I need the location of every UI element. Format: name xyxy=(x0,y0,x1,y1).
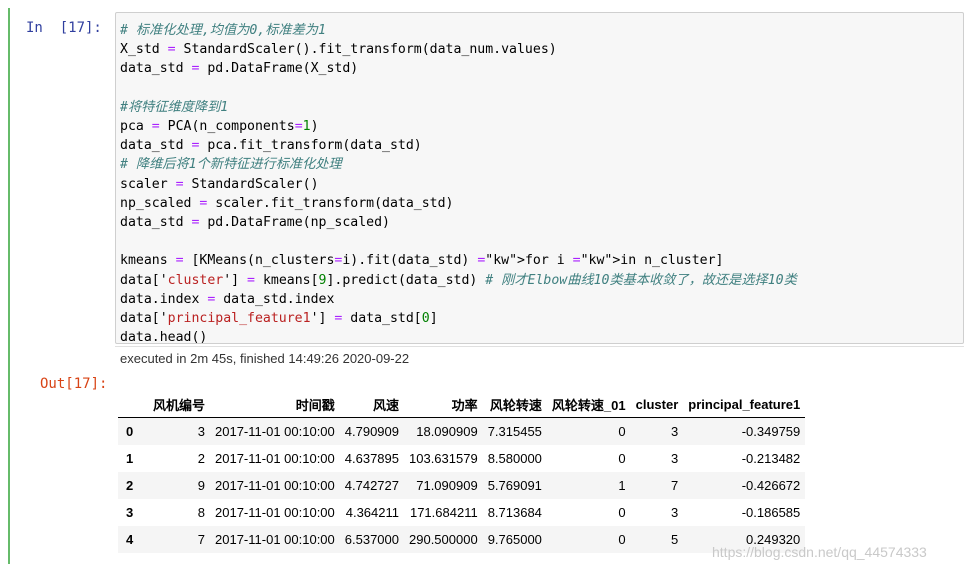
table-row: 3 8 2017-11-01 00:10:00 4.364211 171.684… xyxy=(118,499,805,526)
table-cell: 2017-11-01 00:10:00 xyxy=(215,451,335,466)
column-header: 风速 xyxy=(339,391,404,418)
table-cell: 3 xyxy=(671,424,679,439)
table-header-row: 风机编号 时间戳 风速 功率 风轮转速 风轮转速_01 cluster prin… xyxy=(118,391,806,418)
code-line-14: data['cluster'] = kmeans[9].predict(data… xyxy=(120,272,797,288)
row-index: 4 xyxy=(126,532,134,547)
row-index: 2 xyxy=(126,478,134,493)
column-header: 风轮转速_01 xyxy=(546,391,631,418)
code-line-10: np_scaled = scaler.fit_transform(data_st… xyxy=(120,195,454,211)
table-cell: 5 xyxy=(671,532,679,547)
table-cell: 2017-11-01 00:10:00 xyxy=(215,424,335,439)
execution-time-info: executed in 2m 45s, finished 14:49:26 20… xyxy=(115,346,964,368)
table-cell: 1 xyxy=(618,478,626,493)
code-editor[interactable]: # 标准化处理,均值为0,标准差为1 X_std = StandardScale… xyxy=(115,12,964,347)
table-cell: -0.349759 xyxy=(741,424,801,439)
column-header: 时间戳 xyxy=(210,391,340,418)
code-line-3: data_std = pd.DataFrame(X_std) xyxy=(120,61,359,77)
output-prompt: Out[17]: xyxy=(40,376,108,392)
table-cell: 8.713684 xyxy=(487,505,542,520)
code-line-17: data.head() xyxy=(120,330,208,346)
column-header: 功率 xyxy=(404,391,483,418)
table-cell: 7 xyxy=(197,532,206,547)
table-cell: 0 xyxy=(618,424,626,439)
column-header: principal_feature1 xyxy=(683,391,806,418)
column-header: cluster xyxy=(630,391,684,418)
table-cell: -0.186585 xyxy=(741,505,801,520)
table-cell: 7 xyxy=(671,478,679,493)
table-cell: -0.426672 xyxy=(741,478,801,493)
code-line-11: data_std = pd.DataFrame(np_scaled) xyxy=(120,215,390,231)
table-row: 1 2 2017-11-01 00:10:00 4.637895 103.631… xyxy=(118,445,805,472)
table-cell: 103.631579 xyxy=(409,451,478,466)
table-cell: 9.765000 xyxy=(487,532,542,547)
table-cell: 7.315455 xyxy=(487,424,542,439)
table-cell: 0 xyxy=(618,451,626,466)
table-cell: 8.580000 xyxy=(487,451,542,466)
table-cell: 5.769091 xyxy=(487,478,542,493)
table-cell: 0 xyxy=(618,532,626,547)
code-line-2: X_std = StandardScaler().fit_transform(d… xyxy=(120,42,557,58)
code-line-7: data_std = pca.fit_transform(data_std) xyxy=(120,138,422,154)
code-line-9: scaler = StandardScaler() xyxy=(120,176,319,192)
table-cell: 4.637895 xyxy=(344,451,399,466)
table-cell: 9 xyxy=(197,478,206,493)
code-line-1: # 标准化处理,均值为0,标准差为1 xyxy=(120,23,326,38)
dataframe-output: 风机编号 时间戳 风速 功率 风轮转速 风轮转速_01 cluster prin… xyxy=(118,391,806,553)
table-cell: 2017-11-01 00:10:00 xyxy=(215,478,335,493)
table-cell: 290.500000 xyxy=(409,532,478,547)
code-line-13: kmeans = [KMeans(n_clusters=i).fit(data_… xyxy=(120,253,724,269)
table-row: 4 7 2017-11-01 00:10:00 6.537000 290.500… xyxy=(118,526,806,553)
table-cell: 3 xyxy=(671,505,679,520)
watermark-text: https://blog.csdn.net/qq_44574333 xyxy=(712,544,927,560)
table-cell: 2017-11-01 00:10:00 xyxy=(215,532,335,547)
table-cell: 6.537000 xyxy=(344,532,399,547)
table-cell: 3 xyxy=(671,451,679,466)
code-line-16: data['principal_feature1'] = data_std[0] xyxy=(120,311,438,327)
column-header: 风机编号 xyxy=(148,391,211,418)
table-cell: 3 xyxy=(197,424,206,439)
code-line-15: data.index = data_std.index xyxy=(120,291,335,307)
table-cell: 2 xyxy=(197,451,206,466)
table-cell: -0.213482 xyxy=(741,451,801,466)
row-index: 1 xyxy=(126,451,134,466)
table-cell: 8 xyxy=(197,505,206,520)
column-header-index xyxy=(118,391,148,418)
row-index: 0 xyxy=(126,424,134,439)
code-line-8: # 降维后将1个新特征进行标准化处理 xyxy=(120,157,342,173)
row-index: 3 xyxy=(126,505,134,520)
table-cell: 2017-11-01 00:10:00 xyxy=(215,505,335,520)
table-cell: 4.742727 xyxy=(344,478,399,493)
table-cell: 71.090909 xyxy=(416,478,478,493)
input-prompt: In [17]: xyxy=(26,20,102,36)
table-cell: 0 xyxy=(618,505,626,520)
code-line-6: pca = PCA(n_components=1) xyxy=(120,119,319,135)
table-cell: 4.790909 xyxy=(344,424,399,439)
code-line-5: #将特征维度降到1 xyxy=(120,99,229,115)
table-cell: 171.684211 xyxy=(409,505,478,520)
code-text[interactable]: # 标准化处理,均值为0,标准差为1 X_std = StandardScale… xyxy=(120,21,797,347)
table-row: 2 9 2017-11-01 00:10:00 4.742727 71.0909… xyxy=(118,472,806,499)
table-cell: 18.090909 xyxy=(416,424,478,439)
table-row: 0 3 2017-11-01 00:10:00 4.790909 18.0909… xyxy=(118,417,806,445)
table-cell: 4.364211 xyxy=(345,505,399,520)
column-header: 风轮转速 xyxy=(482,391,547,418)
